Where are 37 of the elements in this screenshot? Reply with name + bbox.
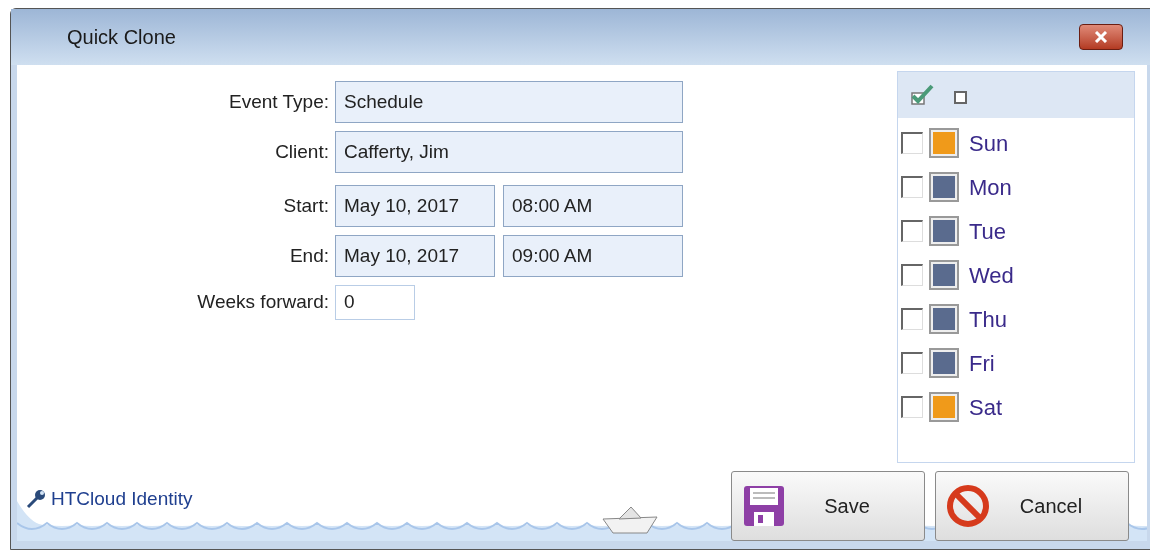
prohibited-icon — [946, 484, 990, 528]
field-label: Weeks forward: — [196, 290, 330, 315]
paper-boat-drawing — [601, 505, 659, 535]
day-checkbox[interactable] — [901, 176, 923, 198]
date-field[interactable]: May 10, 2017 — [335, 235, 495, 277]
weeks-forward-field[interactable]: 0 — [335, 285, 415, 320]
field-label: Start: — [282, 193, 330, 218]
day-label: Sun — [969, 129, 1009, 158]
wrench-icon — [25, 488, 47, 510]
day-label: Sat — [969, 393, 1003, 422]
close-icon — [1094, 31, 1108, 43]
field-label: Client: — [274, 139, 330, 164]
day-label: Thu — [969, 305, 1007, 334]
day-checkbox[interactable] — [901, 264, 923, 286]
day-checkbox[interactable] — [901, 132, 923, 154]
day-label: Mon — [969, 173, 1012, 202]
window-title: Quick Clone — [67, 25, 176, 50]
cancel-button[interactable]: Cancel — [935, 471, 1129, 541]
uncheck-all-icon[interactable] — [954, 90, 967, 104]
check-all-icon[interactable] — [910, 84, 936, 106]
close-button[interactable] — [1079, 24, 1123, 50]
day-checkbox[interactable] — [901, 220, 923, 242]
client-field[interactable]: Cafferty, Jim — [335, 131, 683, 173]
day-checkbox[interactable] — [901, 352, 923, 374]
save-button[interactable]: Save — [731, 471, 925, 541]
date-field[interactable]: May 10, 2017 — [335, 185, 495, 227]
time-field[interactable]: 09:00 AM — [503, 235, 683, 277]
field-label: End: — [288, 243, 330, 268]
time-field[interactable]: 08:00 AM — [503, 185, 683, 227]
day-label: Wed — [969, 261, 1014, 290]
identity-link[interactable]: HTCloud Identity — [51, 484, 193, 514]
day-checkbox[interactable] — [901, 396, 923, 418]
field-label: Event Type: — [228, 89, 330, 114]
day-checkbox[interactable] — [901, 308, 923, 330]
day-label: Fri — [969, 349, 995, 378]
day-label: Tue — [969, 217, 1007, 246]
event-type-field[interactable]: Schedule — [335, 81, 683, 123]
